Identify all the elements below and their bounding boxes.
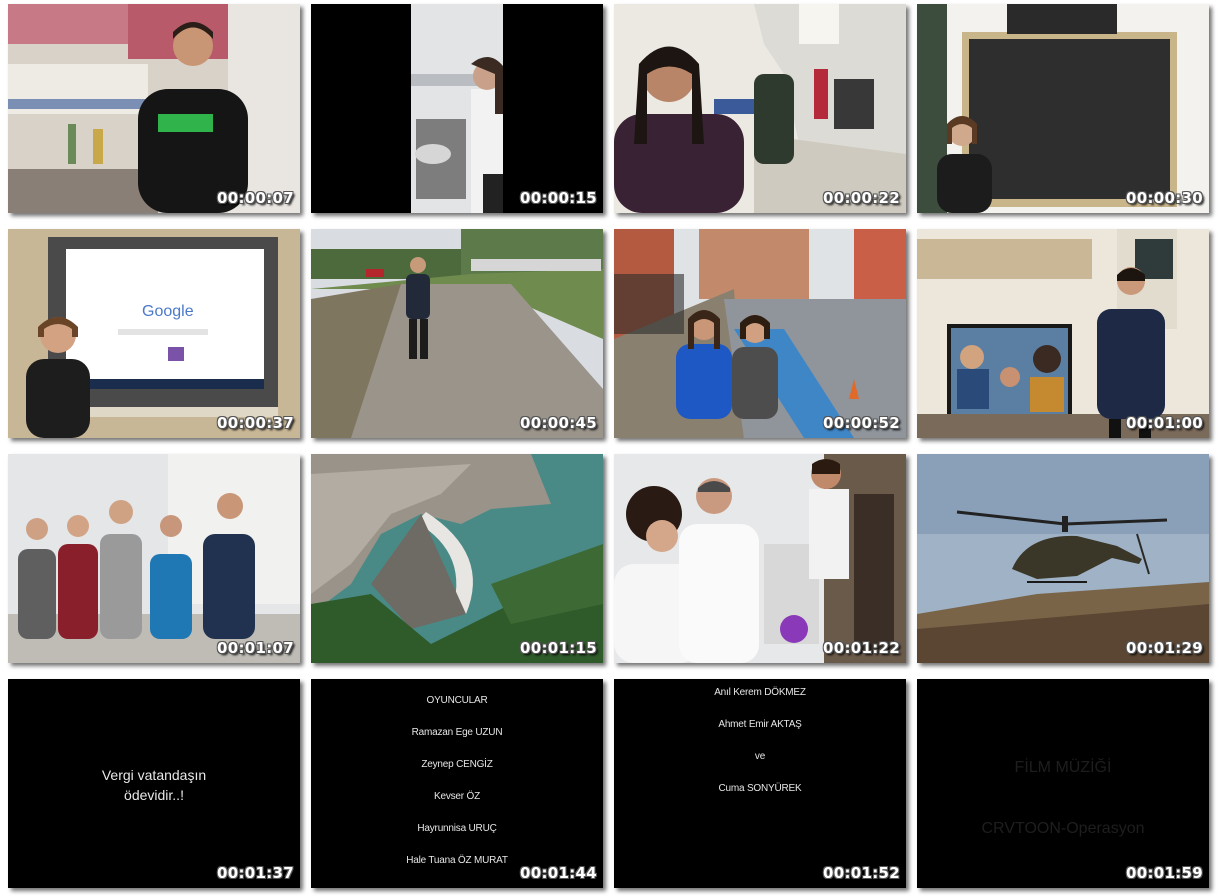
living-room-scene-image: [917, 229, 1209, 438]
frame-timestamp: 00:01:00: [1125, 414, 1203, 432]
frame-timestamp: 00:01:07: [216, 639, 294, 657]
bathroom-scene-image: [311, 4, 603, 213]
frame-14-credits-cast[interactable]: OYUNCULAR Ramazan Ege UZUN Zeynep CENGİZ…: [311, 679, 603, 888]
frame-timestamp: 00:00:30: [1125, 189, 1203, 207]
frame-timestamp: 00:01:15: [519, 639, 597, 657]
frame-timestamp: 00:01:59: [1125, 864, 1203, 882]
frame-7-street-girls[interactable]: 00:00:52: [614, 229, 906, 438]
frame-10-dam[interactable]: 00:01:15: [311, 454, 603, 663]
frame-timestamp: 00:00:07: [216, 189, 294, 207]
film-music-track: CRVTOON-Operasyon: [981, 820, 1145, 837]
frame-timestamp: 00:00:52: [822, 414, 900, 432]
frame-16-film-music[interactable]: FİLM MÜZİĞİ CRVTOON-Operasyon 00:01:59: [917, 679, 1209, 888]
frame-2-girl-sink[interactable]: 00:00:15: [311, 4, 603, 213]
smartboard-scene-image: [8, 229, 300, 438]
credit-name: Zeynep CENGİZ: [421, 759, 493, 770]
frame-timestamp: 00:00:22: [822, 189, 900, 207]
thumbnail-grid: 00:00:07 00:00:15 00:00:22 00:00:30 Goog…: [0, 0, 1219, 896]
frame-11-laboratory[interactable]: 00:01:22: [614, 454, 906, 663]
cast-credits: OYUNCULAR Ramazan Ege UZUN Zeynep CENGİZ…: [311, 693, 603, 885]
helicopter-image: [917, 454, 1209, 663]
classroom-group-image: [8, 454, 300, 663]
cast-credits-continued: Anıl Kerem DÖKMEZ Ahmet Emir AKTAŞ ve Cu…: [614, 685, 906, 813]
credit-name: Anıl Kerem DÖKMEZ: [714, 687, 806, 698]
dam-aerial-image: [311, 454, 603, 663]
frame-timestamp: 00:00:15: [519, 189, 597, 207]
frame-15-credits-cast-cont[interactable]: Anıl Kerem DÖKMEZ Ahmet Emir AKTAŞ ve Cu…: [614, 679, 906, 888]
frame-3-hospital-girl[interactable]: 00:00:22: [614, 4, 906, 213]
slogan-line-1: Vergi vatandaşın: [101, 767, 207, 783]
laboratory-image: [614, 454, 906, 663]
frame-5-google-screen[interactable]: Google 00:00:37: [8, 229, 300, 438]
frame-timestamp: 00:01:37: [216, 864, 294, 882]
frame-1-kitchen-boy[interactable]: 00:00:07: [8, 4, 300, 213]
credit-name: Ramazan Ege UZUN: [411, 727, 503, 738]
slogan-line-2: ödevidir..!: [124, 787, 184, 803]
frame-timestamp: 00:01:44: [519, 864, 597, 882]
frame-timestamp: 00:00:37: [216, 414, 294, 432]
frame-4-blackboard-girl[interactable]: 00:00:30: [917, 4, 1209, 213]
credit-name: Ahmet Emir AKTAŞ: [718, 719, 802, 730]
film-music-title: FİLM MÜZİĞİ: [1014, 759, 1112, 776]
frame-timestamp: 00:01:22: [822, 639, 900, 657]
credit-conjunction: ve: [754, 751, 766, 762]
frame-timestamp: 00:01:52: [822, 864, 900, 882]
kitchen-scene-image: [8, 4, 300, 213]
frame-12-helicopter[interactable]: 00:01:29: [917, 454, 1209, 663]
frame-6-road-boy[interactable]: 00:00:45: [311, 229, 603, 438]
blackboard-scene-image: [917, 4, 1209, 213]
credit-name: Cuma SONYÜREK: [718, 783, 802, 794]
frame-timestamp: 00:00:45: [519, 414, 597, 432]
frame-9-group-kids[interactable]: 00:01:07: [8, 454, 300, 663]
street-scene-image: [614, 229, 906, 438]
google-logo-text: Google: [142, 303, 194, 320]
frame-13-tax-slogan[interactable]: Vergi vatandaşın ödevidir..! 00:01:37: [8, 679, 300, 888]
frame-8-tv-boy[interactable]: 00:01:00: [917, 229, 1209, 438]
hospital-corridor-image: [614, 4, 906, 213]
road-scene-image: [311, 229, 603, 438]
credit-name: Hayrunnisa URUÇ: [417, 823, 497, 834]
frame-timestamp: 00:01:29: [1125, 639, 1203, 657]
slogan-caption: Vergi vatandaşın ödevidir..!: [8, 765, 300, 805]
credit-name: Kevser ÖZ: [434, 791, 480, 802]
credits-heading: OYUNCULAR: [426, 695, 488, 706]
